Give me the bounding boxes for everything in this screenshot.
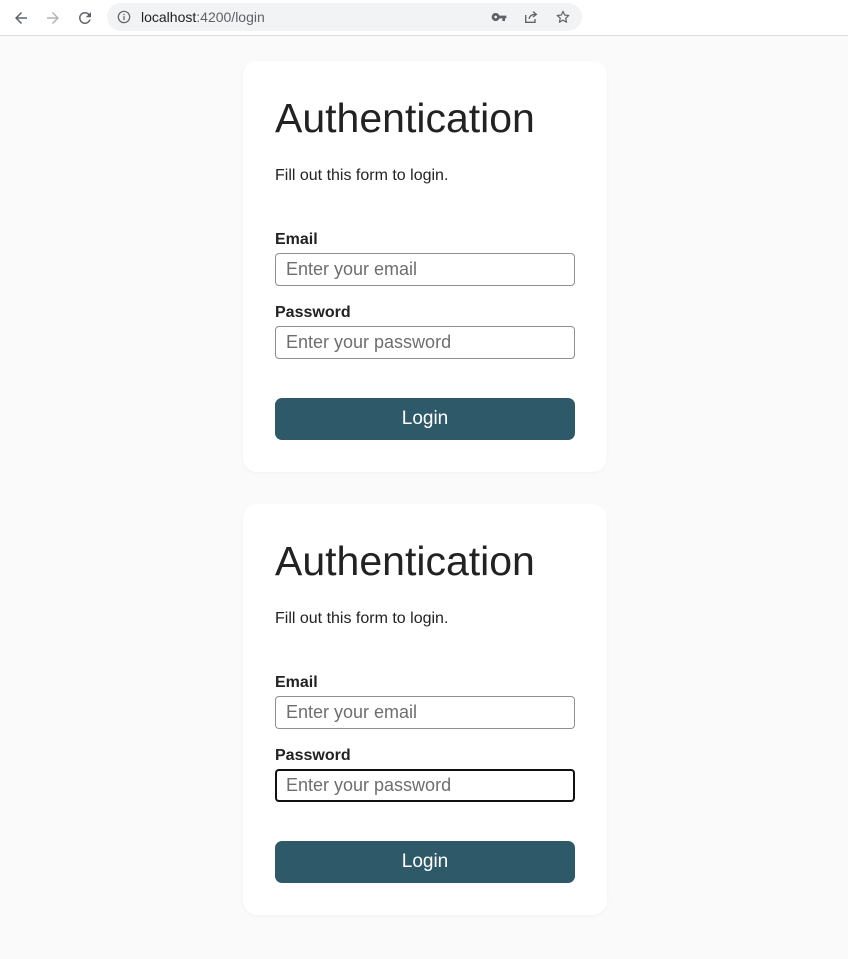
bookmark-button[interactable] <box>554 8 572 26</box>
back-button[interactable] <box>9 6 33 30</box>
url-path: :4200/login <box>196 9 265 25</box>
login-card: Authentication Fill out this form to log… <box>243 61 607 472</box>
password-input[interactable] <box>275 326 575 359</box>
url-text[interactable]: localhost:4200/login <box>141 10 265 25</box>
email-label: Email <box>275 231 318 248</box>
email-input[interactable] <box>275 696 575 729</box>
address-bar[interactable]: localhost:4200/login <box>107 3 582 31</box>
email-input[interactable] <box>275 253 575 286</box>
card-subtitle: Fill out this form to login. <box>275 610 449 627</box>
forward-arrow-icon <box>47 12 59 24</box>
card-subtitle: Fill out this form to login. <box>275 167 449 184</box>
login-button[interactable]: Login <box>275 398 575 440</box>
browser-toolbar: localhost:4200/login <box>0 0 848 36</box>
password-label: Password <box>275 304 351 321</box>
back-arrow-icon <box>15 12 27 24</box>
card-title: Authentication <box>275 95 535 141</box>
card-title: Authentication <box>275 538 535 584</box>
login-card: Authentication Fill out this form to log… <box>243 504 607 915</box>
forward-button[interactable] <box>41 6 65 30</box>
share-icon <box>525 11 538 23</box>
share-button[interactable] <box>522 8 540 26</box>
star-icon <box>556 10 570 23</box>
password-input[interactable] <box>275 769 575 802</box>
email-label: Email <box>275 674 318 691</box>
key-icon <box>491 13 507 21</box>
info-icon[interactable] <box>117 10 131 24</box>
password-key-button[interactable] <box>490 8 508 26</box>
reload-button[interactable] <box>73 6 97 30</box>
login-button[interactable]: Login <box>275 841 575 883</box>
password-label: Password <box>275 747 351 764</box>
url-host: localhost <box>141 9 197 25</box>
reload-icon <box>78 11 91 24</box>
